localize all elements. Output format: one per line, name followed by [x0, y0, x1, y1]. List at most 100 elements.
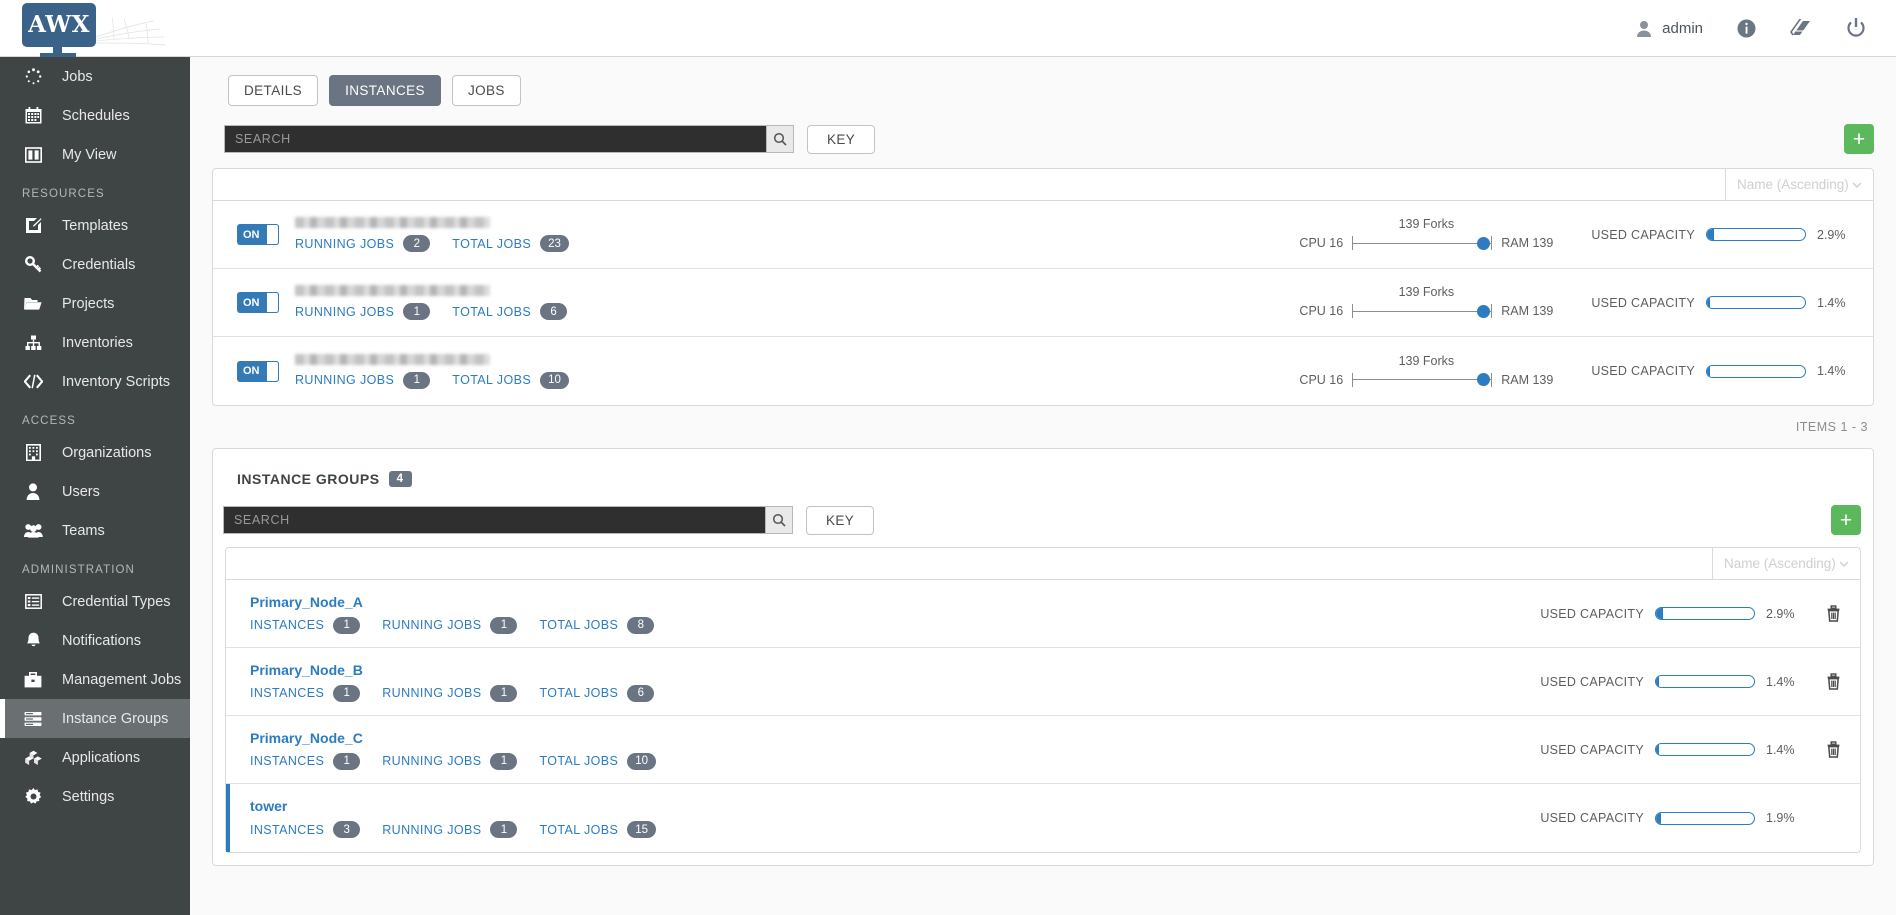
instances-label[interactable]: INSTANCES: [250, 618, 324, 632]
instance-name-redacted[interactable]: [295, 353, 490, 365]
sidebar-item-projects[interactable]: Projects: [0, 284, 190, 323]
sidebar-item-schedules[interactable]: Schedules: [0, 96, 190, 135]
tab-instances[interactable]: INSTANCES: [329, 75, 441, 106]
total-jobs-label[interactable]: TOTAL JOBS: [452, 305, 531, 319]
instance-enabled-toggle[interactable]: ON: [237, 224, 279, 245]
forks-slider[interactable]: [1352, 371, 1493, 389]
groups-key-button[interactable]: KEY: [806, 505, 875, 535]
delete-group-icon[interactable]: [1822, 605, 1844, 622]
total-jobs-label[interactable]: TOTAL JOBS: [539, 823, 618, 837]
search-icon[interactable]: [766, 126, 793, 152]
groups-sort-select[interactable]: Name (Ascending): [1712, 548, 1860, 579]
forks-slider-handle[interactable]: [1477, 304, 1491, 318]
forks-slider[interactable]: [1352, 302, 1493, 320]
used-capacity-bar: [1706, 364, 1806, 378]
total-jobs-badge: 8: [627, 616, 655, 634]
instance-group-row[interactable]: tower INSTANCES 3 RUNNING JOBS 1 TOTAL JOBS 15…: [226, 784, 1860, 852]
delete-group-icon[interactable]: [1822, 673, 1844, 690]
groups-search-input[interactable]: [224, 507, 765, 533]
add-instance-button[interactable]: +: [1844, 124, 1874, 154]
instances-label[interactable]: INSTANCES: [250, 823, 324, 837]
ram-label: RAM 139: [1501, 236, 1554, 250]
instance-enabled-toggle[interactable]: ON: [237, 292, 279, 313]
sidebar-item-management-jobs[interactable]: Management Jobs: [0, 660, 190, 699]
sidebar-item-jobs[interactable]: Jobs: [0, 57, 190, 96]
instances-sort-select[interactable]: Name (Ascending): [1725, 169, 1873, 200]
sidebar-item-teams[interactable]: Teams: [0, 511, 190, 550]
used-capacity-bar: [1655, 743, 1755, 756]
instances-search[interactable]: [224, 125, 794, 153]
instance-group-name[interactable]: Primary_Node_B: [250, 662, 670, 678]
awx-logo[interactable]: AWX: [0, 0, 190, 57]
total-jobs-label[interactable]: TOTAL JOBS: [539, 618, 618, 632]
running-jobs-label[interactable]: RUNNING JOBS: [382, 618, 481, 632]
used-capacity-label: USED CAPACITY: [1591, 364, 1695, 378]
running-jobs-label[interactable]: RUNNING JOBS: [295, 237, 394, 251]
sidebar-item-label: Instance Groups: [62, 710, 169, 727]
instances-label[interactable]: INSTANCES: [250, 754, 324, 768]
user-icon: [1636, 20, 1652, 37]
instance-group-name[interactable]: Primary_Node_C: [250, 730, 670, 746]
instance-stats: RUNNING JOBS 1 TOTAL JOBS 6: [295, 303, 715, 320]
instance-group-info: Primary_Node_B INSTANCES 1 RUNNING JOBS 1 TOT…: [250, 662, 670, 702]
sidebar-item-my-view[interactable]: My View: [0, 135, 190, 174]
instance-name-redacted[interactable]: [295, 217, 490, 228]
cubes-icon: [22, 750, 44, 766]
sidebar-item-organizations[interactable]: Organizations: [0, 433, 190, 472]
instance-group-row[interactable]: Primary_Node_C INSTANCES 1 RUNNING JOBS 1 TOT…: [226, 716, 1860, 784]
forks-slider[interactable]: [1352, 234, 1493, 252]
tab-jobs[interactable]: JOBS: [451, 75, 521, 106]
groups-search-icon[interactable]: [765, 507, 792, 533]
total-jobs-label[interactable]: TOTAL JOBS: [539, 686, 618, 700]
forks-slider-handle[interactable]: [1477, 236, 1491, 250]
instance-info: RUNNING JOBS 1 TOTAL JOBS 6: [295, 285, 715, 320]
search-input[interactable]: [225, 126, 766, 152]
forks-slider-handle[interactable]: [1477, 373, 1491, 386]
instance-enabled-toggle[interactable]: ON: [237, 360, 279, 382]
sidebar-item-templates[interactable]: Templates: [0, 206, 190, 245]
info-icon[interactable]: [1737, 19, 1756, 38]
code-icon: [22, 374, 44, 389]
sidebar-item-inventory-scripts[interactable]: Inventory Scripts: [0, 362, 190, 401]
sidebar-item-users[interactable]: Users: [0, 472, 190, 511]
delete-group-icon[interactable]: [1822, 741, 1844, 758]
running-jobs-label[interactable]: RUNNING JOBS: [382, 754, 481, 768]
used-capacity: USED CAPACITY 1.4%: [1591, 296, 1857, 310]
used-capacity-percent: 1.4%: [1766, 742, 1795, 757]
ram-label: RAM 139: [1501, 372, 1554, 387]
running-jobs-label[interactable]: RUNNING JOBS: [382, 823, 481, 837]
instance-row: ON RUNNING JOBS 2 TOTAL JOBS 23 139 Forks CPU …: [213, 201, 1873, 269]
total-jobs-label[interactable]: TOTAL JOBS: [452, 373, 531, 387]
instance-group-row[interactable]: Primary_Node_B INSTANCES 1 RUNNING JOBS 1 TOT…: [226, 648, 1860, 716]
instance-name-redacted[interactable]: [295, 285, 490, 296]
groups-search[interactable]: [223, 506, 793, 534]
sitemap-icon: [22, 335, 44, 351]
total-jobs-label[interactable]: TOTAL JOBS: [452, 237, 531, 251]
total-jobs-badge: 15: [627, 821, 657, 838]
add-group-button[interactable]: +: [1831, 505, 1861, 535]
sidebar-item-applications[interactable]: Applications: [0, 738, 190, 777]
pencil-square-icon: [22, 217, 44, 234]
instance-group-row[interactable]: Primary_Node_A INSTANCES 1 RUNNING JOBS 1 TOT…: [226, 580, 1860, 648]
sidebar-item-settings[interactable]: Settings: [0, 777, 190, 816]
book-icon[interactable]: [1790, 18, 1812, 38]
tab-details[interactable]: DETAILS: [228, 75, 319, 106]
power-icon[interactable]: [1846, 17, 1866, 39]
sidebar-item-credentials[interactable]: Credentials: [0, 245, 190, 284]
sidebar-item-credential-types[interactable]: Credential Types: [0, 582, 190, 621]
running-jobs-label[interactable]: RUNNING JOBS: [382, 686, 481, 700]
key-button[interactable]: KEY: [807, 124, 876, 154]
instance-group-name[interactable]: Primary_Node_A: [250, 594, 670, 610]
sidebar-item-notifications[interactable]: Notifications: [0, 621, 190, 660]
instances-label[interactable]: INSTANCES: [250, 686, 324, 700]
sidebar-item-inventories[interactable]: Inventories: [0, 323, 190, 362]
total-jobs-label[interactable]: TOTAL JOBS: [539, 754, 618, 768]
instance-group-name[interactable]: tower: [250, 798, 670, 814]
sidebar-item-instance-groups[interactable]: Instance Groups: [0, 699, 190, 738]
instance-groups-panel: INSTANCE GROUPS 4 KEY + Name (Ascending): [212, 448, 1874, 866]
running-jobs-label[interactable]: RUNNING JOBS: [295, 373, 394, 387]
current-user[interactable]: admin: [1636, 20, 1703, 37]
used-capacity: USED CAPACITY 2.9%: [1591, 228, 1857, 242]
used-capacity-bar: [1655, 811, 1755, 825]
running-jobs-label[interactable]: RUNNING JOBS: [295, 305, 394, 319]
